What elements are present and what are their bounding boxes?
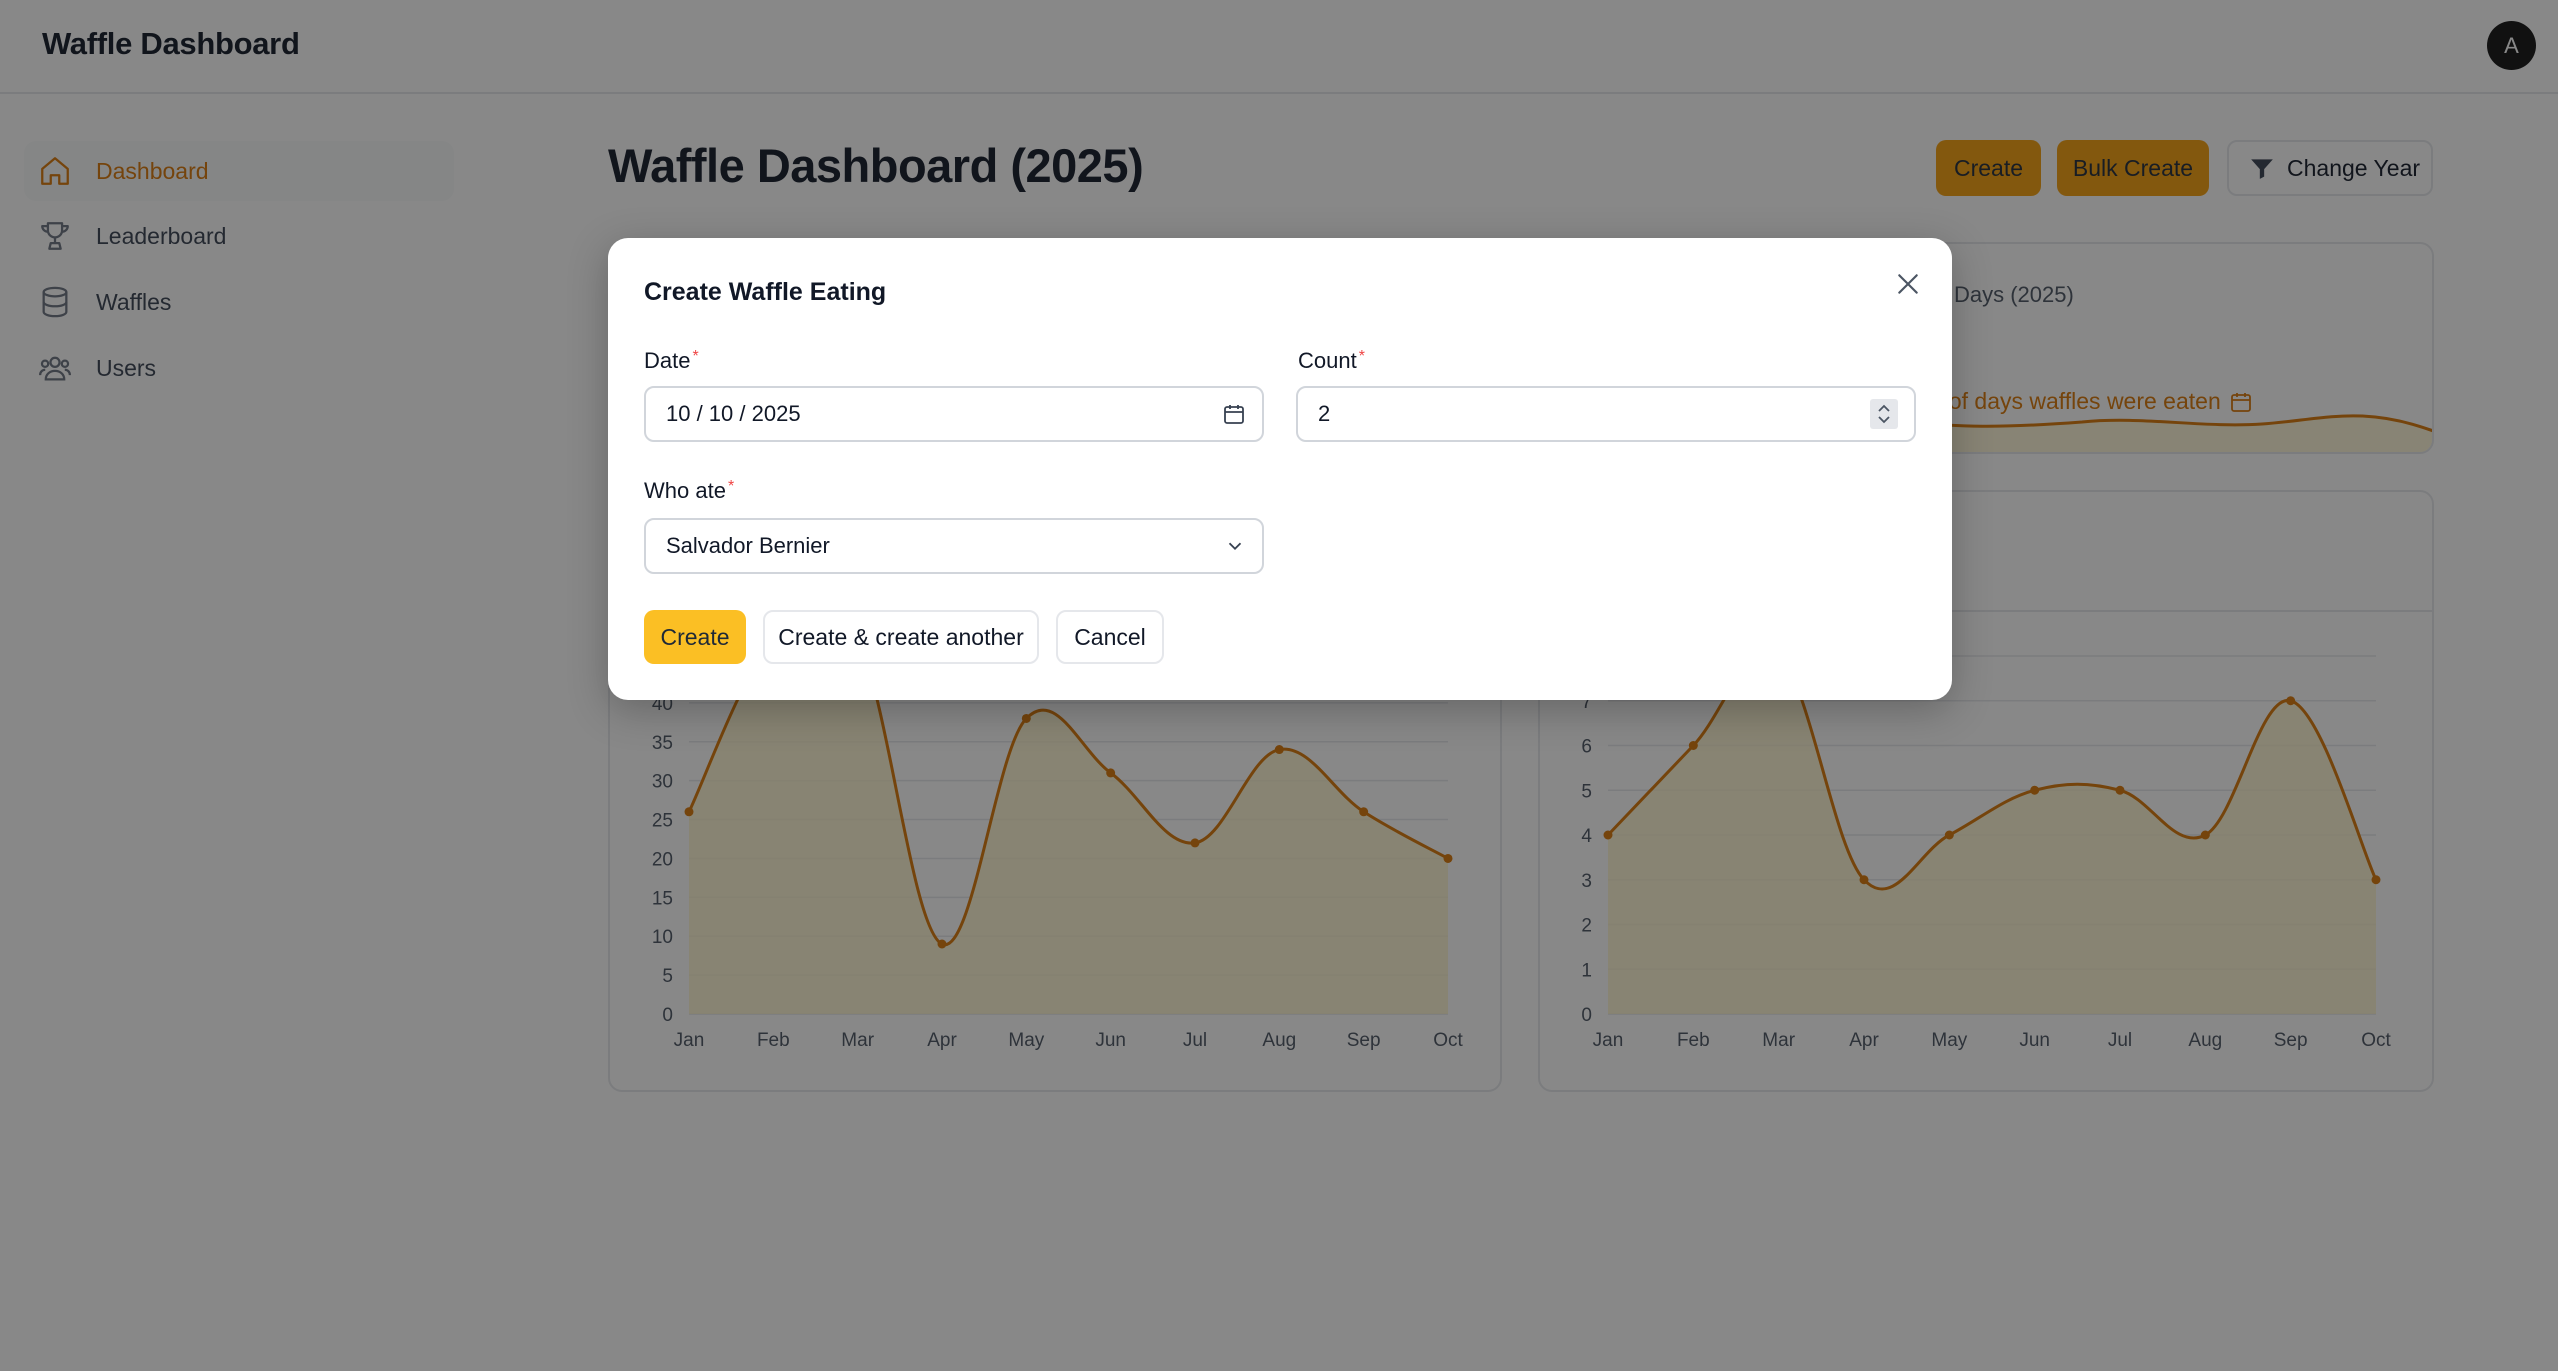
date-label-text: Date	[644, 348, 691, 373]
select-toggle	[1224, 535, 1246, 557]
required-marker: *	[727, 478, 735, 495]
date-value: 10 / 10 / 2025	[666, 401, 801, 426]
date-picker-toggle[interactable]	[1222, 402, 1246, 426]
count-label: Count *	[1298, 348, 1365, 374]
date-label: Date *	[644, 348, 699, 374]
required-marker: *	[692, 348, 699, 365]
modal-title: Create Waffle Eating	[644, 278, 887, 306]
cancel-button[interactable]: Cancel	[1056, 610, 1164, 664]
who-ate-label: Who ate *	[644, 478, 734, 504]
close-icon	[1898, 274, 1918, 294]
calendar-icon	[1224, 405, 1244, 424]
required-marker: *	[1358, 348, 1365, 365]
close-button[interactable]	[1886, 262, 1930, 306]
create-waffle-modal: Create Waffle Eating Date * 10 / 10 / 202…	[608, 238, 1952, 700]
count-stepper[interactable]	[1870, 399, 1898, 429]
date-input[interactable]: 10 / 10 / 2025	[644, 386, 1264, 442]
who-ate-select[interactable]: Salvador Bernier	[644, 518, 1264, 574]
count-input[interactable]: 2	[1296, 386, 1916, 442]
count-value: 2	[1318, 401, 1331, 426]
who-ate-label-text: Who ate	[644, 478, 726, 503]
chevron-down-icon	[1228, 542, 1242, 551]
who-ate-value: Salvador Bernier	[666, 533, 830, 558]
count-label-text: Count	[1298, 348, 1357, 373]
modal-create-button[interactable]: Create	[644, 610, 746, 664]
stepper-icon	[1870, 399, 1898, 429]
create-another-button[interactable]: Create & create another	[763, 610, 1039, 664]
